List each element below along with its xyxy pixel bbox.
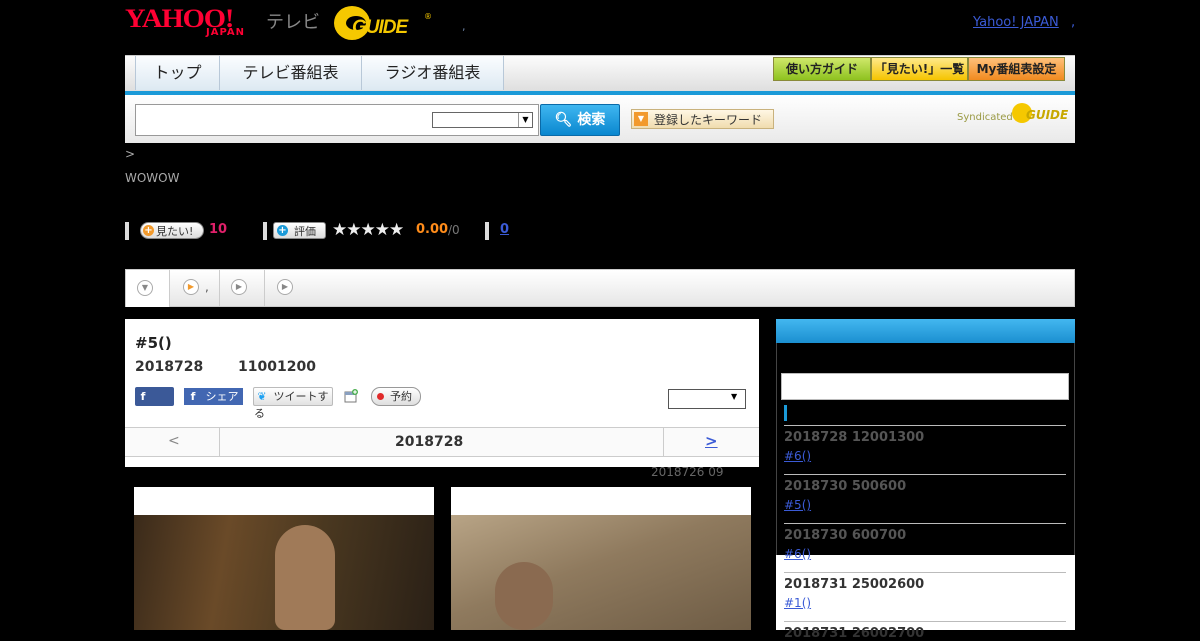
nav-left-edge <box>125 56 136 90</box>
date-divider <box>663 428 664 456</box>
my-schedule-settings-button[interactable]: My番組表設定 <box>968 57 1065 81</box>
registered-keywords-label: 登録したキーワード <box>654 113 763 127</box>
syndicated-guide-text: GUIDE <box>1026 108 1069 122</box>
facebook-icon: f <box>140 390 146 403</box>
facebook-like-button[interactable]: f 0 <box>135 387 174 422</box>
nav-tab-radio-schedule[interactable]: ラジオ番組表 <box>362 56 504 90</box>
header-separator: , <box>462 20 466 33</box>
scene-image-figure <box>495 562 553 630</box>
want-count: 10 <box>209 222 228 237</box>
sidebar-divider <box>784 425 1066 426</box>
tab-divider <box>169 270 170 306</box>
play-icon[interactable]: ▶ <box>231 279 247 295</box>
chevron-down-icon: ▼ <box>137 280 153 296</box>
play-icon[interactable]: ▶ <box>183 279 199 295</box>
previous-date-button[interactable]: < <box>168 433 180 449</box>
dropdown-arrow-icon: ▼ <box>634 112 648 126</box>
tweet-button[interactable]: ❦ ツイートする <box>253 387 333 420</box>
sidebar-item-time: 2018730 600700 <box>784 528 907 543</box>
next-date-link[interactable]: > <box>705 432 718 450</box>
search-icon: 🔍︎ <box>554 112 573 128</box>
current-date: 2018728 <box>395 434 464 450</box>
episode-time: 11001200 <box>238 359 316 375</box>
nav-tab-tv-schedule[interactable]: テレビ番組表 <box>220 56 362 90</box>
scene-image-figure <box>275 525 335 630</box>
sidebar-divider <box>784 523 1066 524</box>
tab-label-1[interactable]: , <box>205 280 209 294</box>
breadcrumb[interactable]: > <box>125 147 135 161</box>
registered-keywords-button[interactable]: 登録したキーワード <box>631 109 774 129</box>
want-button-label: 見たい! <box>156 225 194 238</box>
tab-divider <box>219 270 220 306</box>
scene-image[interactable] <box>451 515 751 630</box>
search-button[interactable]: 🔍︎ 検索 <box>540 104 620 136</box>
program-tab-bar <box>125 269 1075 307</box>
sidebar-item-time: 2018731 25002600 <box>784 577 925 592</box>
facebook-like-count: 0 <box>141 409 149 422</box>
stat-divider <box>125 222 129 240</box>
gguide-logo-text: GUIDE <box>352 17 408 38</box>
sidebar-divider <box>784 572 1066 573</box>
chevron-down-icon: ▼ <box>731 392 738 401</box>
usage-guide-button[interactable]: 使い方ガイド <box>773 57 871 81</box>
twitter-icon: ❦ <box>257 390 267 403</box>
sidebar-header <box>776 319 1075 343</box>
episode-date: 2018728 <box>135 359 204 375</box>
rate-button-label: 評価 <box>294 225 316 238</box>
japan-logo-text: JAPAN <box>206 27 245 38</box>
sidebar-section-marker <box>784 405 787 421</box>
play-icon[interactable]: ▶ <box>277 279 293 295</box>
plus-icon: + <box>277 225 288 236</box>
sidebar-item-link[interactable]: #1() <box>784 596 811 610</box>
rating-score: 0.00 <box>416 222 449 237</box>
sidebar-item-link[interactable]: #5() <box>784 498 811 512</box>
sidebar-divider <box>784 621 1066 622</box>
registered-mark: ® <box>424 12 432 21</box>
sidebar-divider <box>784 474 1066 475</box>
want-list-button[interactable]: 「見たい!」一覧 <box>871 57 968 81</box>
sidebar-input[interactable] <box>781 373 1069 400</box>
date-divider <box>219 428 220 456</box>
plus-icon: + <box>143 225 154 236</box>
facebook-share-button[interactable]: f シェア <box>184 388 243 405</box>
sidebar-item-link[interactable]: #6() <box>784 449 811 463</box>
image-card-header <box>451 487 751 515</box>
image-card-header <box>134 487 434 515</box>
sidebar-panel-lower <box>776 555 1075 630</box>
channel-name: WOWOW <box>125 171 180 185</box>
episode-title: #5() <box>135 334 172 352</box>
tv-logo-text[interactable]: テレビ <box>266 8 320 34</box>
rating-stars-icon: ★★★★★ <box>332 220 404 240</box>
updated-timestamp: 2018726 09 <box>651 465 724 479</box>
sidebar-item-link[interactable]: #6() <box>784 547 811 561</box>
review-count-link[interactable]: 0 <box>500 222 509 237</box>
sidebar-item-time: 2018728 12001300 <box>784 430 925 445</box>
syndicated-text: Syndicated <box>957 112 1013 123</box>
facebook-icon: f <box>190 390 196 403</box>
nav-tab-top[interactable]: トップ <box>136 56 220 90</box>
calendar-add-icon[interactable] <box>344 389 358 403</box>
record-icon <box>377 393 384 400</box>
rating-count: /0 <box>448 223 460 237</box>
stat-divider <box>263 222 267 240</box>
tab-divider <box>264 270 265 306</box>
sidebar-item-time: 2018730 500600 <box>784 479 907 494</box>
chevron-down-icon: ▼ <box>518 113 532 127</box>
stat-divider <box>485 222 489 240</box>
header-link-separator: , <box>1071 15 1076 30</box>
search-button-label: 検索 <box>577 112 606 128</box>
facebook-share-label: シェア <box>205 390 239 403</box>
sidebar-item-time: 2018731 26002700 <box>784 626 925 641</box>
yahoo-japan-link[interactable]: Yahoo! JAPAN <box>973 15 1059 30</box>
